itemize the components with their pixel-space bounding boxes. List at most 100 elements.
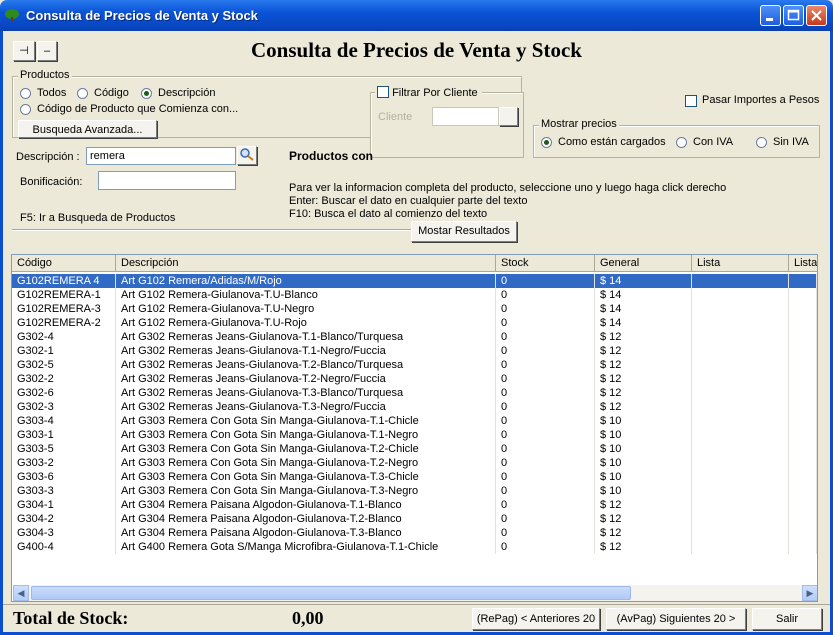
descripcion-input[interactable]: remera [86,147,236,165]
radio-descripcion-label[interactable]: Descripción [158,87,215,99]
horizontal-scrollbar[interactable]: ◀ ▶ [13,585,817,601]
radio-codigo-indicator[interactable] [77,88,88,99]
cell-general: $ 10 [595,414,692,428]
table-row[interactable]: G302-2 Art G302 Remeras Jeans-Giulanova-T… [12,372,817,386]
cell-lista [692,400,789,414]
radio-sin-iva-label[interactable]: Sin IVA [773,136,809,148]
cell-lista-2 [789,484,817,498]
filtrar-cliente-checkbox[interactable] [377,86,389,98]
mostrar-resultados-button[interactable]: Mostar Resultados [411,221,517,242]
table-row[interactable]: G102REMERA 4 Art G102 Remera/Adidas/M/Roj… [12,274,817,288]
cell-codigo: G102REMERA 4 [12,274,116,288]
table-row[interactable]: G303-4 Art G303 Remera Con Gota Sin Manga… [12,414,817,428]
cell-general: $ 12 [595,498,692,512]
table-row[interactable]: G303-5 Art G303 Remera Con Gota Sin Manga… [12,442,817,456]
table-row[interactable]: G304-1 Art G304 Remera Paisana Algodon-Gi… [12,498,817,512]
cell-general: $ 12 [595,386,692,400]
table-row[interactable]: G302-1 Art G302 Remeras Jeans-Giulanova-T… [12,344,817,358]
radio-codigo-label[interactable]: Código [94,87,129,99]
radio-sin-iva[interactable] [756,137,767,151]
radio-descripcion-indicator[interactable] [141,88,152,99]
table-row[interactable]: G303-6 Art G303 Remera Con Gota Sin Manga… [12,470,817,484]
cell-stock: 0 [496,302,595,316]
cell-lista-2 [789,330,817,344]
cliente-input[interactable] [432,107,499,126]
pasar-importes-checkbox[interactable] [685,95,697,107]
radio-como-cargados-indicator[interactable] [541,137,552,148]
siguientes-button[interactable]: (AvPag) Siguientes 20 > [606,608,746,630]
title-bar[interactable]: Consulta de Precios de Venta y Stock [0,0,833,31]
cell-general: $ 12 [595,512,692,526]
minimize-icon [766,18,773,21]
cell-codigo: G304-1 [12,498,116,512]
table-row[interactable]: G304-2 Art G304 Remera Paisana Algodon-Gi… [12,512,817,526]
cell-codigo: G302-4 [12,330,116,344]
radio-codigo-comienza-label[interactable]: Código de Producto que Comienza con... [37,103,238,115]
radio-sin-iva-indicator[interactable] [756,137,767,148]
descripcion-search-button[interactable] [237,146,257,165]
grid-header: Código Descripción Stock General Lista L… [12,255,817,272]
table-row[interactable]: G302-4 Art G302 Remeras Jeans-Giulanova-T… [12,330,817,344]
table-row[interactable]: G303-3 Art G303 Remera Con Gota Sin Manga… [12,484,817,498]
results-grid[interactable]: Código Descripción Stock General Lista L… [11,254,818,602]
radio-codigo-comienza[interactable] [20,104,31,118]
maximize-button[interactable] [783,5,804,26]
scroll-left-button[interactable]: ◀ [13,585,29,601]
col-header-codigo[interactable]: Código [12,255,116,272]
table-row[interactable]: G302-6 Art G302 Remeras Jeans-Giulanova-T… [12,386,817,400]
scroll-right-button[interactable]: ▶ [802,585,817,601]
table-row[interactable]: G102REMERA-3 Art G102 Remera-Giulanova-T.… [12,302,817,316]
table-row[interactable]: G102REMERA-2 Art G102 Remera-Giulanova-T.… [12,316,817,330]
radio-codigo-comienza-indicator[interactable] [20,104,31,115]
table-row[interactable]: G102REMERA-1 Art G102 Remera-Giulanova-T.… [12,288,817,302]
cell-general: $ 14 [595,302,692,316]
cell-general: $ 10 [595,484,692,498]
table-row[interactable]: G400-4 Art G400 Remera Gota S/Manga Micro… [12,540,817,554]
table-row[interactable]: G304-3 Art G304 Remera Paisana Algodon-Gi… [12,526,817,540]
table-row[interactable]: G302-3 Art G302 Remeras Jeans-Giulanova-T… [12,400,817,414]
radio-como-cargados-label[interactable]: Como están cargados [558,136,666,148]
minimize-button[interactable] [760,5,781,26]
radio-con-iva-indicator[interactable] [676,137,687,148]
scroll-thumb[interactable] [31,586,631,600]
anteriores-button[interactable]: (RePag) < Anteriores 20 [472,608,600,630]
radio-descripcion[interactable] [141,88,152,102]
radio-como-cargados[interactable] [541,137,552,151]
radio-codigo[interactable] [77,88,88,102]
filtrar-cliente-label[interactable]: Filtrar Por Cliente [392,87,478,99]
cell-lista-2 [789,526,817,540]
table-row[interactable]: G302-5 Art G302 Remeras Jeans-Giulanova-T… [12,358,817,372]
pasar-importes-label[interactable]: Pasar Importes a Pesos [702,94,819,106]
cell-stock: 0 [496,386,595,400]
col-header-lista-2[interactable]: Lista [789,255,817,272]
cell-stock: 0 [496,512,595,526]
col-header-descripcion[interactable]: Descripción [116,255,496,272]
hint-line-1: Para ver la informacion completa del pro… [289,182,727,194]
salir-button[interactable]: Salir [752,608,822,630]
radio-todos-indicator[interactable] [20,88,31,99]
col-header-general[interactable]: General [595,255,692,272]
cell-lista [692,288,789,302]
radio-con-iva[interactable] [676,137,687,151]
table-row[interactable]: G303-2 Art G303 Remera Con Gota Sin Manga… [12,456,817,470]
cell-stock: 0 [496,274,595,288]
f5-hint: F5: Ir a Busqueda de Productos [20,212,176,224]
table-row[interactable]: G303-1 Art G303 Remera Con Gota Sin Manga… [12,428,817,442]
cell-stock: 0 [496,316,595,330]
radio-con-iva-label[interactable]: Con IVA [693,136,733,148]
cliente-lookup-button[interactable] [499,107,518,126]
col-header-lista[interactable]: Lista [692,255,789,272]
col-header-stock[interactable]: Stock [496,255,595,272]
cell-codigo: G303-4 [12,414,116,428]
cell-descripcion: Art G102 Remera/Adidas/M/Rojo [116,274,496,288]
bonificacion-label: Bonificación: [20,176,83,188]
radio-todos-label[interactable]: Todos [37,87,66,99]
radio-todos[interactable] [20,88,31,102]
busqueda-avanzada-button[interactable]: Busqueda Avanzada... [18,120,157,138]
cell-general: $ 14 [595,274,692,288]
total-stock-label: Total de Stock: [13,608,129,628]
bonificacion-input[interactable] [98,171,236,190]
cell-descripcion: Art G303 Remera Con Gota Sin Manga-Giula… [116,470,496,484]
close-button[interactable] [806,5,827,26]
total-stock-value: 0,00 [292,608,324,628]
